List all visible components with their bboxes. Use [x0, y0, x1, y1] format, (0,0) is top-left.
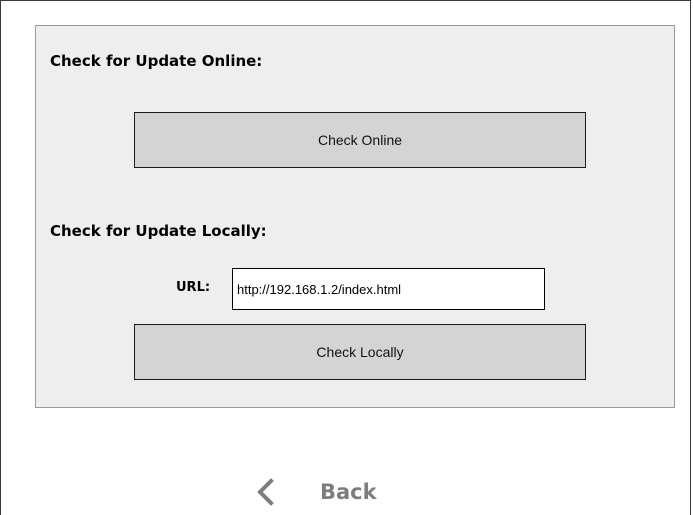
url-input[interactable] — [232, 268, 545, 310]
check-online-button[interactable]: Check Online — [134, 112, 586, 168]
check-locally-button[interactable]: Check Locally — [134, 324, 586, 380]
update-screen: Check for Update Online: Check Online Ch… — [0, 0, 691, 515]
back-button[interactable]: Back — [254, 477, 377, 507]
update-panel: Check for Update Online: Check Online Ch… — [35, 25, 675, 408]
url-label: URL: — [176, 280, 211, 295]
local-update-title: Check for Update Locally: — [50, 222, 267, 240]
chevron-left-icon — [254, 477, 276, 507]
back-label: Back — [320, 480, 377, 504]
online-update-title: Check for Update Online: — [50, 52, 263, 70]
